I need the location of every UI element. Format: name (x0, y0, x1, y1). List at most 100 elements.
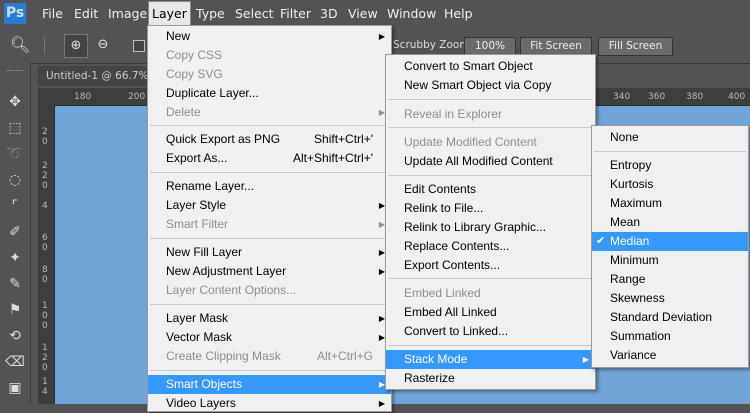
ruler-tick-label: 0 (42, 363, 48, 373)
menu-separator (150, 238, 389, 239)
menu-item-replace-contents[interactable]: Replace Contents... (386, 237, 595, 256)
menu-layer[interactable]: Layer (148, 1, 191, 27)
menu-item-variance[interactable]: Variance (592, 346, 748, 365)
menu-item-relink-to-file[interactable]: Relink to File... (386, 199, 595, 218)
ruler-tick-label: 0 (42, 243, 48, 253)
menu-select[interactable]: Select (232, 0, 277, 27)
menu-separator (388, 127, 593, 128)
menu-item-convert-to-smart-object[interactable]: Convert to Smart Object (386, 57, 595, 76)
menu-item-new[interactable]: New ▶ (148, 27, 391, 46)
checkmark-icon: ✔ (596, 235, 606, 247)
menu-item-vector-mask[interactable]: Vector Mask ▶ (148, 328, 391, 347)
zoom-tool-icon[interactable]: 🔍︎ (10, 34, 36, 56)
ruler-tick-label: 380 (686, 92, 704, 102)
menu-item-reveal-in-explorer: Reveal in Explorer (404, 107, 503, 121)
submenu-arrow-icon: ▶ (582, 355, 589, 364)
ruler-tick-label: 2 (42, 171, 48, 181)
zoom-out-icon[interactable]: ⊖ (92, 34, 114, 56)
menu-item-quick-export-png[interactable]: Quick Export as PNG Shift+Ctrl+' (148, 130, 391, 149)
ruler-tick-label: 2 (42, 353, 48, 363)
menu-item-new-fill-layer[interactable]: New Fill Layer ▶ (148, 243, 391, 262)
menu-item-convert-to-linked[interactable]: Convert to Linked... (386, 322, 595, 341)
menu-item-smart-objects[interactable]: Smart Objects ▶ (148, 375, 391, 394)
menu-item-duplicate-layer[interactable]: Duplicate Layer... (148, 84, 391, 103)
menu-item-range[interactable]: Range (592, 270, 748, 289)
menu-item-mean[interactable]: Mean (592, 213, 748, 232)
menu-item-none[interactable]: None (592, 128, 748, 147)
photoshop-logo: Ps (4, 3, 26, 24)
quick-select-tool-icon[interactable]: ◌ (5, 170, 25, 190)
menu-item-copy-svg: Copy SVG (166, 67, 223, 81)
menu-view[interactable]: View (345, 0, 381, 27)
brush-tool-icon[interactable]: ✎ (5, 274, 25, 294)
ruler-tick-label: 1 (42, 301, 48, 311)
menu-item-export-as[interactable]: Export As... Alt+Shift+Ctrl+' (148, 149, 391, 168)
menu-separator (388, 278, 593, 279)
menu-item-minimum[interactable]: Minimum (592, 251, 748, 270)
menu-item-new-adjustment-layer[interactable]: New Adjustment Layer ▶ (148, 262, 391, 281)
lasso-tool-icon[interactable]: ➰ (5, 144, 25, 164)
ruler-tick-label: 8 (42, 265, 48, 275)
menu-item-summation[interactable]: Summation (592, 327, 748, 346)
scrubby-zoom-label[interactable]: Scrubby Zoom (393, 37, 470, 54)
menu-item-relink-to-library-graphic[interactable]: Relink to Library Graphic... (386, 218, 595, 237)
ruler-tick-label: 1 (42, 343, 48, 353)
move-tool-icon[interactable]: ✥ (5, 92, 25, 112)
menu-file[interactable]: File (39, 0, 66, 27)
menu-item-export-contents[interactable]: Export Contents... (386, 256, 595, 275)
ruler-tick-label: 340 (613, 92, 631, 102)
menu-filter[interactable]: Filter (277, 0, 314, 27)
ruler-tick-label: 0 (42, 181, 48, 191)
menu-item-entropy[interactable]: Entropy (592, 156, 748, 175)
ruler-tick-label: 200 (128, 92, 146, 102)
gradient-tool-icon[interactable]: ▣ (5, 378, 25, 398)
document-tab[interactable]: Untitled-1 @ 66.7% (38, 66, 154, 86)
menu-item-median[interactable]: ✔ Median (592, 232, 748, 251)
menu-item-kurtosis[interactable]: Kurtosis (592, 175, 748, 194)
ruler-tick-label: 4 (42, 387, 48, 397)
fill-screen-button[interactable]: Fill Screen (598, 37, 673, 56)
layer-menu: New ▶ Copy CSS Copy SVG Duplicate Layer..… (147, 25, 392, 412)
panel-grip (7, 70, 23, 74)
menu-separator (594, 151, 746, 152)
menu-item-update-modified-content: Update Modified Content (404, 135, 537, 149)
menu-item-maximum[interactable]: Maximum (592, 194, 748, 213)
menu-item-copy-css: Copy CSS (166, 48, 223, 62)
ruler-tick-label: 180 (74, 92, 92, 102)
menu-item-edit-contents[interactable]: Edit Contents (386, 180, 595, 199)
menu-item-update-all-modified-content[interactable]: Update All Modified Content (386, 152, 595, 171)
menu-item-stack-mode[interactable]: Stack Mode ▶ (386, 350, 595, 369)
ruler-tick-label: 360 (648, 92, 666, 102)
menu-separator (388, 99, 593, 100)
menu-item-skewness[interactable]: Skewness (592, 289, 748, 308)
menu-item-layer-mask[interactable]: Layer Mask ▶ (148, 309, 391, 328)
menu-item-new-smart-object-via-copy[interactable]: New Smart Object via Copy (386, 76, 595, 95)
menu-item-rasterize[interactable]: Rasterize (386, 369, 595, 388)
zoom-in-icon[interactable]: ⊕ (64, 34, 88, 58)
menu-image[interactable]: Image (105, 0, 150, 27)
stack-mode-submenu: None Entropy Kurtosis Maximum Mean ✔ Medi… (591, 125, 749, 368)
eyedropper-tool-icon[interactable]: ✐ (5, 222, 25, 242)
crop-tool-icon[interactable]: ⌜ (5, 196, 25, 216)
history-brush-tool-icon[interactable]: ⟲ (5, 326, 25, 346)
eraser-tool-icon[interactable]: ⌫ (5, 352, 25, 372)
ruler-tick-label: 0 (42, 275, 48, 285)
ruler-tick-label: 4 (42, 201, 48, 211)
menu-type[interactable]: Type (193, 0, 228, 27)
clone-stamp-tool-icon[interactable]: ⚑ (5, 300, 25, 320)
menu-window[interactable]: Window (384, 0, 439, 27)
menu-item-embed-all-linked[interactable]: Embed All Linked (386, 303, 595, 322)
menu-3d[interactable]: 3D (317, 0, 341, 27)
menu-separator (150, 172, 389, 173)
resize-windows-checkbox[interactable] (133, 40, 145, 52)
menu-edit[interactable]: Edit (71, 0, 101, 27)
menu-item-rename-layer[interactable]: Rename Layer... (148, 177, 391, 196)
ruler-tick-label: 2 (42, 127, 48, 137)
marquee-tool-icon[interactable]: ⬚ (5, 118, 25, 138)
menu-item-standard-deviation[interactable]: Standard Deviation (592, 308, 748, 327)
healing-brush-tool-icon[interactable]: ✦ (5, 248, 25, 268)
menu-item-layer-style[interactable]: Layer Style ▶ (148, 196, 391, 215)
submenu-arrow-icon: ▶ (378, 32, 385, 41)
ruler-tick-label: 1 (42, 377, 48, 387)
menu-help[interactable]: Help (441, 0, 476, 27)
